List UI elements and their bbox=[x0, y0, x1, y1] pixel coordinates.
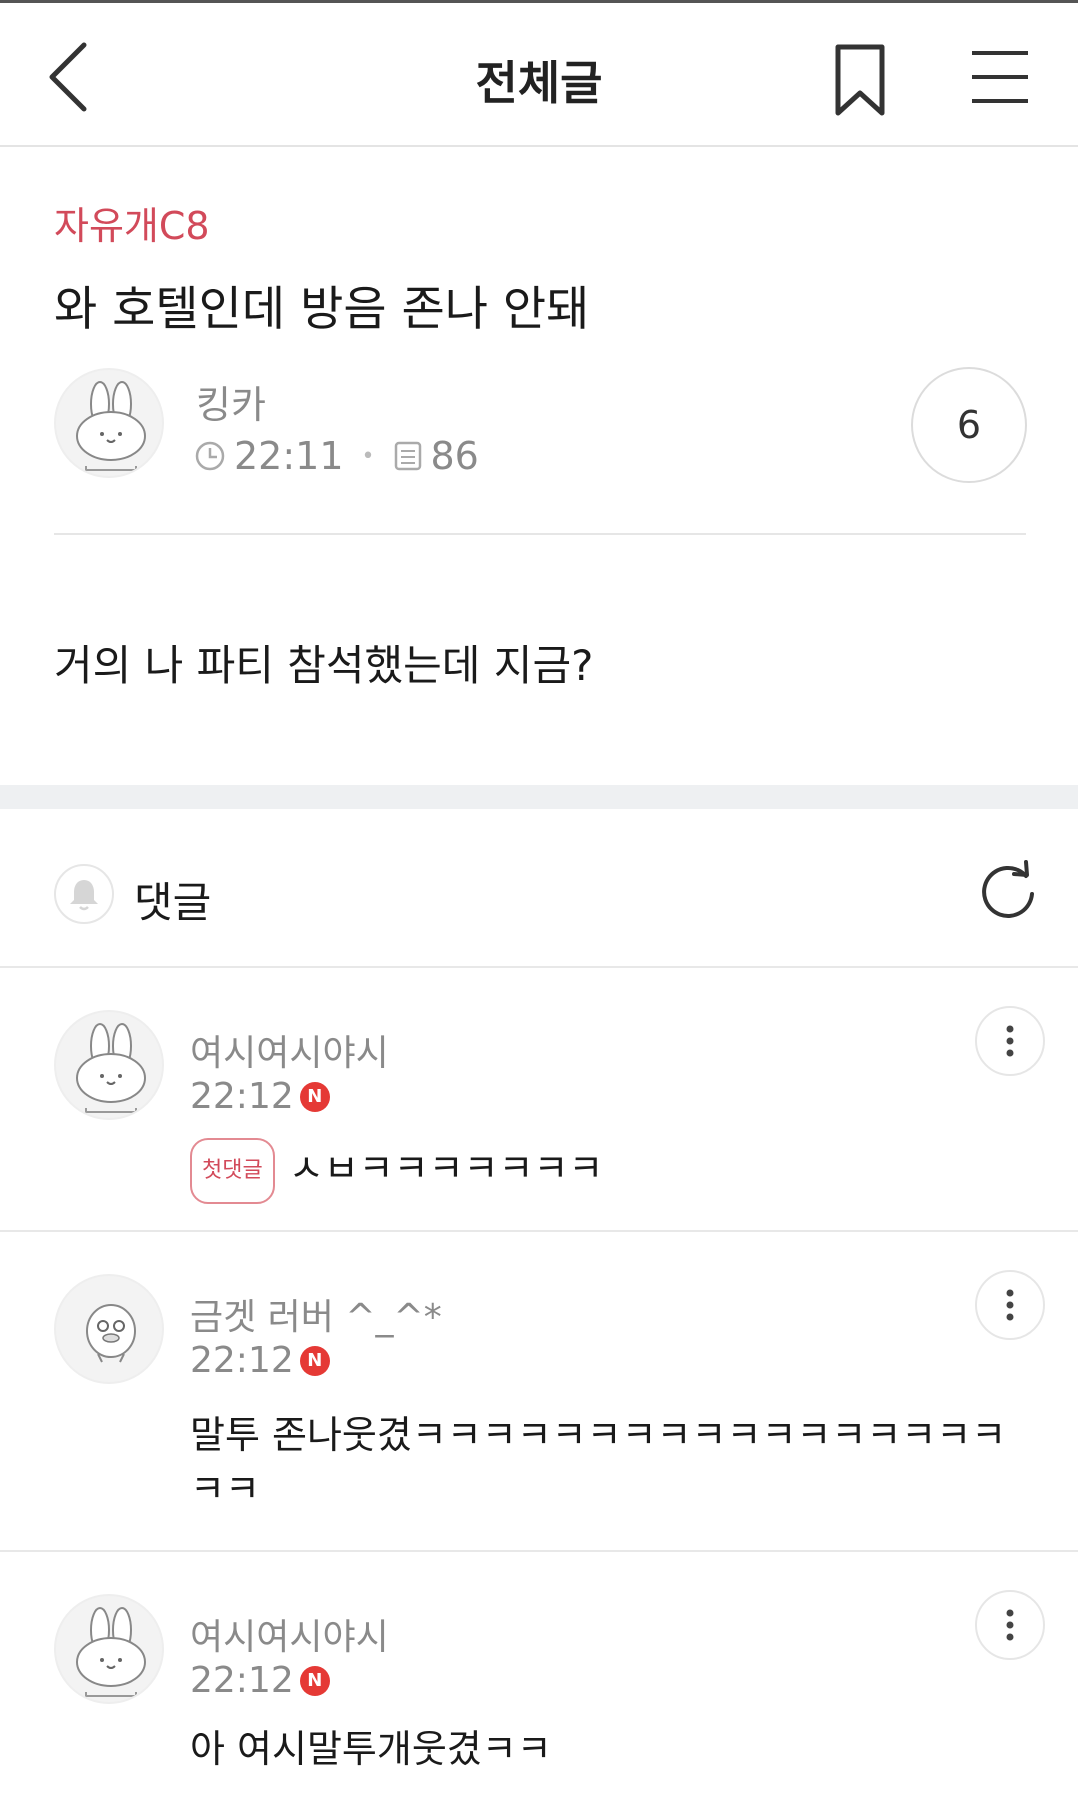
comment-more-button[interactable] bbox=[975, 1590, 1045, 1660]
section-separator bbox=[0, 785, 1078, 809]
comment-item: 여시여시야시 22:12 N 첫댓글 ㅅㅂㅋㅋㅋㅋㅋㅋㅋ bbox=[0, 968, 1078, 1230]
comment-timestamp: 22:12 bbox=[190, 1076, 294, 1117]
meta-separator: • bbox=[361, 443, 375, 469]
comment-time: 22:12 N bbox=[190, 1340, 330, 1381]
comment-count: 6 bbox=[956, 403, 982, 447]
rabbit-avatar-icon bbox=[76, 381, 146, 476]
comment-text: 첫댓글 ㅅㅂㅋㅋㅋㅋㅋㅋㅋ bbox=[190, 1138, 1030, 1204]
commenter-name[interactable]: 여시여시야시 bbox=[190, 1608, 389, 1660]
commenter-avatar[interactable] bbox=[54, 1594, 164, 1704]
commenter-avatar[interactable] bbox=[54, 1010, 164, 1120]
comment-more-button[interactable] bbox=[975, 1270, 1045, 1340]
divider bbox=[54, 533, 1026, 535]
author-name[interactable]: 킹카 bbox=[196, 374, 266, 429]
bookmark-icon bbox=[835, 44, 885, 116]
comment-more-button[interactable] bbox=[975, 1006, 1045, 1076]
comment-notification-button[interactable] bbox=[54, 864, 114, 924]
comment-body: ㅅㅂㅋㅋㅋㅋㅋㅋㅋ bbox=[288, 1146, 604, 1191]
comment-text: 말투 존나웃겼ㅋㅋㅋㅋㅋㅋㅋㅋㅋㅋㅋㅋㅋㅋㅋㅋㅋ ㅋㅋ bbox=[190, 1413, 1007, 1511]
refresh-button[interactable] bbox=[976, 860, 1040, 924]
rabbit-avatar-icon bbox=[76, 1607, 146, 1702]
back-arrow-icon bbox=[49, 42, 87, 112]
rabbit-avatar-icon bbox=[76, 1023, 146, 1118]
commenter-avatar[interactable] bbox=[54, 1274, 164, 1384]
board-name-link[interactable]: 자유개C8 bbox=[54, 195, 210, 250]
comments-section-title: 댓글 bbox=[134, 878, 212, 927]
app-header: 전체글 bbox=[0, 3, 1078, 147]
more-vertical-icon bbox=[1006, 1289, 1014, 1321]
comment-time: 22:12 N bbox=[190, 1076, 330, 1117]
menu-button[interactable] bbox=[968, 47, 1032, 107]
hamburger-menu-icon bbox=[972, 51, 1028, 103]
post-meta: 22:11 • 86 bbox=[194, 434, 479, 478]
bell-icon bbox=[70, 880, 98, 911]
comment-timestamp: 22:12 bbox=[190, 1660, 294, 1701]
comment-item: 금겟 러버 ^_^* 22:12 N 말투 존나웃겼ㅋㅋㅋㅋㅋㅋㅋㅋㅋㅋㅋㅋㅋㅋ… bbox=[0, 1232, 1078, 1550]
more-vertical-icon bbox=[1006, 1609, 1014, 1641]
clock-icon bbox=[195, 441, 225, 471]
new-badge: N bbox=[299, 1345, 330, 1376]
comment-text: 아 여시말투개웃겼ㅋㅋ bbox=[190, 1727, 552, 1771]
post-time: 22:11 bbox=[234, 434, 344, 478]
post-title: 와 호텔인데 방음 존나 안돼 bbox=[54, 282, 590, 337]
new-badge: N bbox=[299, 1081, 330, 1112]
more-vertical-icon bbox=[1006, 1025, 1014, 1057]
back-button[interactable] bbox=[40, 37, 100, 117]
comment-timestamp: 22:12 bbox=[190, 1340, 294, 1381]
view-count: 86 bbox=[430, 434, 479, 478]
first-comment-badge: 첫댓글 bbox=[190, 1138, 275, 1204]
comment-count-button[interactable]: 6 bbox=[911, 367, 1027, 483]
new-badge: N bbox=[299, 1665, 330, 1696]
page-title: 전체글 bbox=[475, 56, 603, 110]
comment-item: 여시여시야시 22:12 N 아 여시말투개웃겼ㅋㅋ bbox=[0, 1552, 1078, 1811]
refresh-icon bbox=[982, 860, 1034, 918]
bookmark-button[interactable] bbox=[828, 43, 892, 119]
duck-avatar-icon bbox=[86, 1304, 136, 1363]
commenter-name[interactable]: 여시여시야시 bbox=[190, 1024, 389, 1076]
comment-time: 22:12 N bbox=[190, 1660, 330, 1701]
author-avatar[interactable] bbox=[54, 368, 164, 478]
views-icon bbox=[394, 441, 421, 471]
post-body: 거의 나 파티 참석했는데 지금? bbox=[54, 641, 594, 690]
commenter-name[interactable]: 금겟 러버 ^_^* bbox=[190, 1288, 442, 1340]
